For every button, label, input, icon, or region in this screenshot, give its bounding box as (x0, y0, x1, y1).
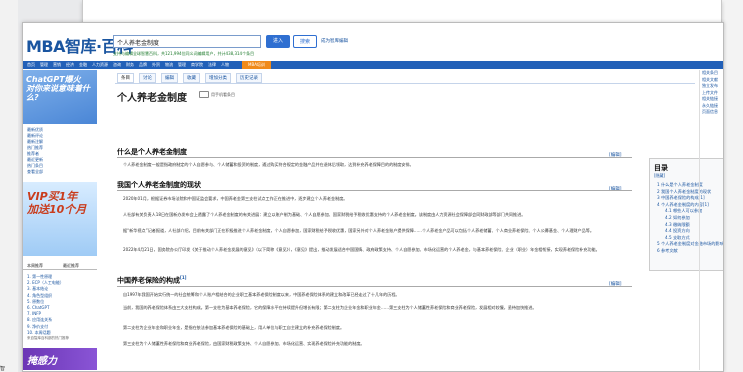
paragraph: 第二支柱为企业年金和职业年金，是指在依法参加基本养老保险的基础上，用人单位与职工… (123, 325, 345, 330)
tab-weekly[interactable]: 本周推荐 (27, 263, 43, 269)
enter-button[interactable]: 进入 (266, 35, 290, 48)
corner-label: 智 (0, 366, 6, 372)
mobile-icon (199, 91, 209, 98)
mobile-view-link[interactable]: 用手机看条目 (199, 91, 235, 98)
article-tab[interactable]: 增加分类 (205, 73, 231, 83)
paragraph: 2022年4月21日，国务院办公厅印发《关于推动个人养老金发展的意见》（以下简称… (123, 247, 600, 252)
page-title: 个人养老金制度 (117, 93, 187, 104)
article-main: 条目 讨论 编辑 收藏 增加分类 历史记录 个人养老金制度 用手机看条目 什么是个人养老金… (109, 70, 723, 371)
nav-item[interactable]: 经济 (66, 62, 74, 68)
article-tab[interactable]: 编辑 (161, 73, 178, 83)
nav-item[interactable]: 管理 (40, 62, 48, 68)
vip-ad-banner[interactable]: VIP买1年 加送10个月 (23, 182, 97, 256)
sidebar-tabs: 本周推荐 最近推荐 (23, 261, 97, 270)
nav-item[interactable]: 咨询 (113, 62, 121, 68)
nav-item[interactable]: 法律 (208, 62, 216, 68)
article-tab[interactable]: 讨论 (139, 73, 156, 83)
paragraph: 据“新华视点”记者报道，人社部介绍，目前有关部门正在积极推进个人养老金制度，个人… (123, 228, 594, 233)
right-sidebar-link[interactable]: 页面信息 (700, 109, 723, 116)
article-tab[interactable]: 条目 (117, 73, 134, 83)
left-sidebar: ChatGPT爆火 对你来说意味着什么? 最新优质 最新评论 最新注解 热门推荐 推荐者… (23, 70, 97, 371)
nav-item[interactable]: 营销 (53, 62, 61, 68)
vip-ad-text: VIP买1年 加送10个月 (27, 190, 87, 216)
weekly-list: 1. 第一性原理 2. ECP（人工电能） 3. 基本结论 4. 角色型组织 5. 原数… (27, 274, 64, 336)
browser-page: MBA智库·百科 个人养老金制度 进入 搜索 成为智库编辑 支持与编辑全球智慧百… (22, 22, 724, 372)
nav-item[interactable]: 外贸 (152, 62, 160, 68)
article-tab[interactable]: 收藏 (183, 73, 200, 83)
site-stats: 支持与编辑全球智慧百科，共121,994位同义词编辑用户，共计438,314个条… (113, 51, 255, 56)
heading-rule (117, 190, 632, 191)
toc-hide-toggle[interactable]: [隐藏] (654, 173, 665, 179)
top-nav: 首页 管理 营销 经济 金融 人力资源 咨询 财务 品牌 外贸 物流 管理 商学院 法律 人物 MBA培训 (23, 61, 723, 69)
paragraph: 第三支柱为个人储蓄性养老保险和商业养老保险，由国家财税政策支持、个人自愿参加、市… (123, 341, 365, 346)
paragraph: 人社部有关负责人18日在国新办发布会上透露了个人养老金制度的有关进展：建立以账户… (123, 212, 526, 217)
desktop: 智 MBA智库·百科 个人养老金制度 进入 搜索 成为智库编辑 支持与编辑全球智… (0, 0, 743, 372)
nav-item[interactable]: 财务 (126, 62, 134, 68)
nav-item[interactable]: 人力资源 (92, 62, 108, 68)
nav-item[interactable]: 金融 (79, 62, 87, 68)
heading-rule (117, 157, 632, 158)
bottom-ad-text: 掩感力 (27, 356, 57, 367)
nav-item[interactable]: 首页 (27, 62, 35, 68)
become-editor-link[interactable]: 成为智库编辑 (321, 38, 348, 44)
search-button[interactable]: 搜索 (293, 35, 317, 48)
section-heading: 什么是个人养老金制度 (117, 148, 187, 156)
paragraph: 当前，我国的养老保险体系由三大支柱构成。第一支柱为基本养老保险，它的保障水平在持… (123, 305, 537, 310)
sidebar-footer: 来自智库百科部的热门推荐 (27, 336, 69, 340)
ad-text: ChatGPT爆火 对你来说意味着什么? (26, 75, 90, 102)
paragraph: 2020年01月，根据证券市场法院和中国证监会要求，中国养老金第三支柱试点工作正… (123, 196, 348, 201)
sidebar-links: 最新优质 最新评论 最新注解 热门推荐 推荐者 最近更新 热门条目 查看全部 (27, 127, 43, 175)
article-tab[interactable]: 历史记录 (236, 73, 262, 83)
nav-item[interactable]: MBA培训 (242, 61, 271, 69)
right-sidebar: 相关条目 相关文献 独立发布 上传文件 相关链接 永久链接 页面信息 (699, 70, 723, 370)
nav-item[interactable]: 管理 (178, 62, 186, 68)
paragraph: 自1997年我国开始实行统一的社会统筹和个人账户相结合的企业职工基本养老保险制度… (123, 292, 400, 297)
paragraph: 个人养老金制度一般是指政府制定的个人自愿参与、个人储蓄和投资的制度，通过购买符合… (123, 162, 414, 167)
tab-recent[interactable]: 最近推荐 (63, 263, 79, 269)
nav-item[interactable]: 品牌 (139, 62, 147, 68)
edit-link[interactable]: [编辑] (609, 186, 622, 192)
bottom-ad-banner[interactable]: 掩感力 (23, 348, 97, 370)
chatgpt-ad-banner[interactable]: ChatGPT爆火 对你来说意味着什么? (23, 70, 97, 124)
toc-heading: 目录 (654, 164, 668, 172)
nav-item[interactable]: 人物 (221, 62, 229, 68)
nav-item[interactable]: 物流 (165, 62, 173, 68)
left-background (0, 0, 18, 372)
section-heading: 中国养老保险的构成[1] (117, 275, 187, 285)
search-input[interactable]: 个人养老金制度 (113, 35, 261, 48)
heading-rule (117, 286, 632, 287)
section-heading: 我国个人养老金制度的现状 (117, 181, 201, 189)
article-tabs: 条目 讨论 编辑 收藏 增加分类 历史记录 (117, 73, 262, 83)
sidebar-link[interactable]: 查看全部 (27, 169, 43, 175)
tabs-divider (115, 83, 695, 84)
mobile-view-label: 用手机看条目 (211, 91, 235, 97)
nav-item[interactable]: 商学院 (191, 62, 203, 68)
